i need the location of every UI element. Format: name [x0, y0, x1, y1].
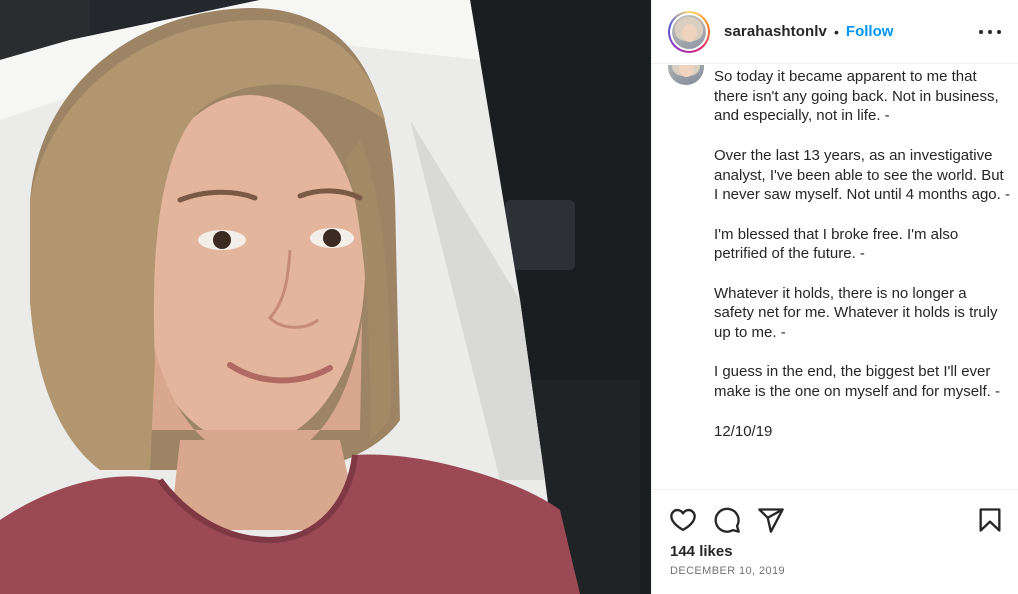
- caption-avatar[interactable]: [668, 65, 704, 85]
- caption-date: 12/10/19: [714, 422, 773, 440]
- separator-dot: •: [834, 23, 839, 40]
- caption-paragraph: So today it became apparent to me that t…: [714, 68, 999, 125]
- post-header: sarahashtonlv • Follow: [652, 0, 1018, 64]
- avatar-image: [672, 14, 706, 49]
- caption-paragraph: Whatever it holds, there is no longer a …: [714, 284, 998, 342]
- caption-paragraph: Over the last 13 years, as an investigat…: [714, 146, 1010, 204]
- bookmark-icon[interactable]: [976, 506, 1004, 534]
- caption-paragraph: I guess in the end, the biggest bet I'll…: [714, 363, 1000, 401]
- caption-paragraph: I'm blessed that I broke free. I'm also …: [714, 225, 959, 263]
- profile-avatar[interactable]: [668, 10, 710, 53]
- username-link[interactable]: sarahashtonlv: [724, 23, 827, 40]
- selfie-image: [0, 0, 651, 594]
- likes-count[interactable]: 144 likes: [670, 543, 733, 560]
- caption-text: So today it became apparent to me that t…: [714, 67, 1010, 441]
- more-options-icon[interactable]: [979, 22, 1001, 42]
- action-bar: 144 likes DECEMBER 10, 2019: [652, 489, 1018, 594]
- heart-icon[interactable]: [669, 506, 697, 534]
- caption-scroll-area[interactable]: So today it became apparent to me that t…: [652, 65, 1018, 489]
- post-side-panel: sarahashtonlv • Follow So today it becam…: [651, 0, 1018, 594]
- post-date[interactable]: DECEMBER 10, 2019: [670, 565, 785, 577]
- paper-plane-icon[interactable]: [757, 506, 785, 534]
- follow-button[interactable]: Follow: [846, 23, 894, 40]
- post-photo[interactable]: [0, 0, 651, 594]
- comment-icon[interactable]: [713, 506, 741, 534]
